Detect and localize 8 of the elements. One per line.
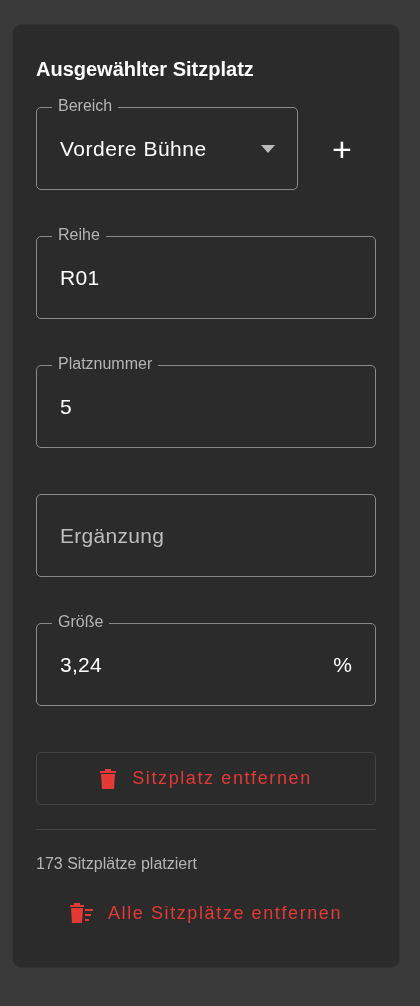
add-button[interactable]: +: [322, 128, 362, 169]
panel-title: Ausgewählter Sitzplatz: [36, 57, 255, 82]
caret-icon: [261, 144, 275, 153]
unit-suffix: %: [333, 653, 352, 677]
seat-count-text: 173 Sitzplätze platziert: [36, 854, 198, 874]
trash-icon: [100, 768, 117, 789]
input-field[interactable]: Ergänzung: [36, 494, 376, 577]
trash-list-icon: [69, 903, 94, 923]
